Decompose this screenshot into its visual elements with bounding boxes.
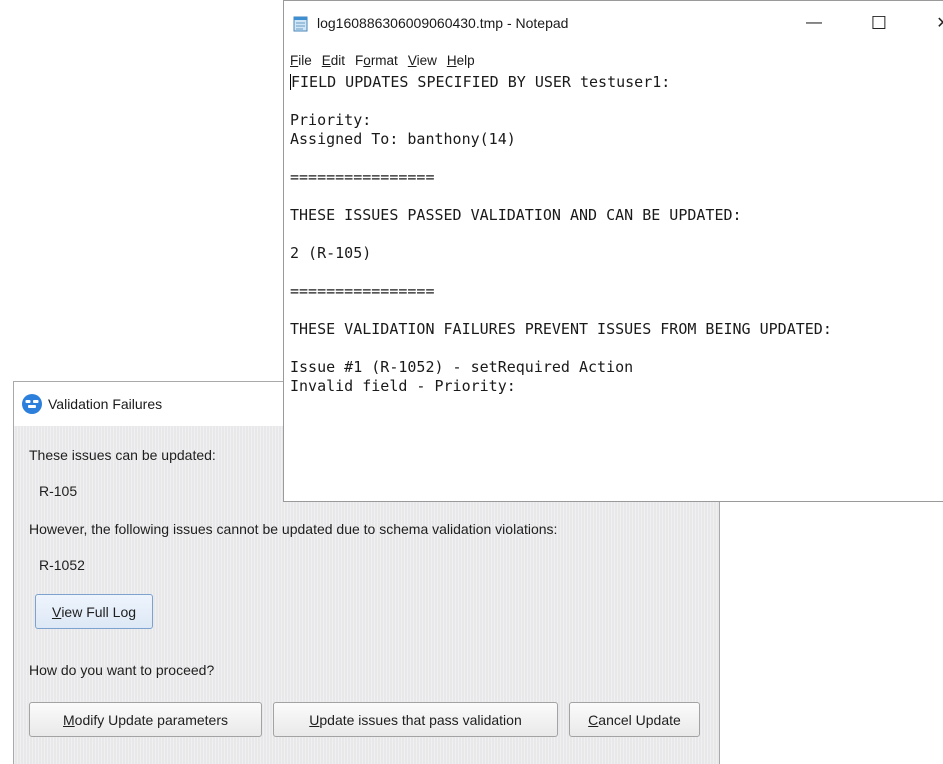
notepad-line: THESE ISSUES PASSED VALIDATION AND CAN B…: [290, 206, 742, 224]
proceed-question: How do you want to proceed?: [29, 662, 215, 678]
notepad-line: [290, 187, 943, 206]
modify-label: odify Update parameters: [74, 711, 228, 728]
notepad-menubar: File Edit Format View Help: [284, 49, 943, 71]
notepad-line: [290, 301, 943, 320]
cancel-mnemonic: C: [588, 711, 599, 728]
notepad-line: [290, 225, 943, 244]
update-pass-label: pdate issues that pass validation: [319, 711, 522, 728]
cannot-update-issue: R-1052: [39, 557, 85, 573]
notepad-title: log160886306009060430.tmp - Notepad: [317, 15, 569, 31]
notepad-line: ================: [290, 282, 435, 300]
close-icon[interactable]: ✕: [920, 1, 943, 45]
update-passing-issues-button[interactable]: Update issues that pass validation: [273, 702, 558, 737]
menu-view[interactable]: View: [408, 53, 437, 68]
notepad-line: Issue #1 (R-1052) - setRequired Action: [290, 358, 634, 376]
view-full-log-mnemonic: V: [51, 603, 62, 620]
menu-format[interactable]: Format: [355, 53, 398, 68]
notepad-line: Assigned To: banthony(14): [290, 130, 516, 148]
cannot-update-label: However, the following issues cannot be …: [29, 521, 558, 537]
can-update-label: These issues can be updated:: [29, 447, 216, 463]
cancel-update-button[interactable]: Cancel Update: [569, 702, 700, 737]
notepad-titlebar[interactable]: log160886306009060430.tmp - Notepad — ☐ …: [284, 1, 943, 45]
can-update-issue: R-105: [39, 483, 78, 499]
menu-file[interactable]: File: [290, 53, 312, 68]
modify-mnemonic: M: [63, 711, 75, 728]
modify-update-parameters-button[interactable]: Modify Update parameters: [29, 702, 262, 737]
notepad-line: FIELD UPDATES SPECIFIED BY USER testuser…: [290, 73, 671, 91]
notepad-window: log160886306009060430.tmp - Notepad — ☐ …: [283, 0, 943, 502]
notepad-line: [290, 149, 943, 168]
notepad-line: [290, 263, 943, 282]
notepad-line: 2 (R-105): [290, 244, 372, 262]
notepad-icon: [292, 15, 309, 32]
notepad-text-area[interactable]: FIELD UPDATES SPECIFIED BY USER testuser…: [290, 73, 943, 501]
menu-edit[interactable]: Edit: [322, 53, 345, 68]
minimize-icon[interactable]: —: [791, 1, 837, 45]
notepad-line: Invalid field - Priority:: [290, 377, 516, 395]
notepad-line: [290, 339, 943, 358]
app-logo-icon: [22, 394, 42, 414]
notepad-line: THESE VALIDATION FAILURES PREVENT ISSUES…: [290, 320, 832, 338]
notepad-line: Priority:: [290, 111, 372, 129]
update-pass-mnemonic: U: [309, 711, 320, 728]
notepad-line: ================: [290, 168, 435, 186]
cancel-label: ancel Update: [598, 711, 681, 728]
dialog-title: Validation Failures: [48, 396, 163, 412]
view-full-log-label: iew Full Log: [61, 603, 137, 620]
text-caret: [290, 74, 291, 90]
view-full-log-button[interactable]: View Full Log: [35, 594, 153, 629]
maximize-icon[interactable]: ☐: [856, 1, 902, 45]
menu-help[interactable]: Help: [447, 53, 475, 68]
notepad-line: [290, 92, 943, 111]
